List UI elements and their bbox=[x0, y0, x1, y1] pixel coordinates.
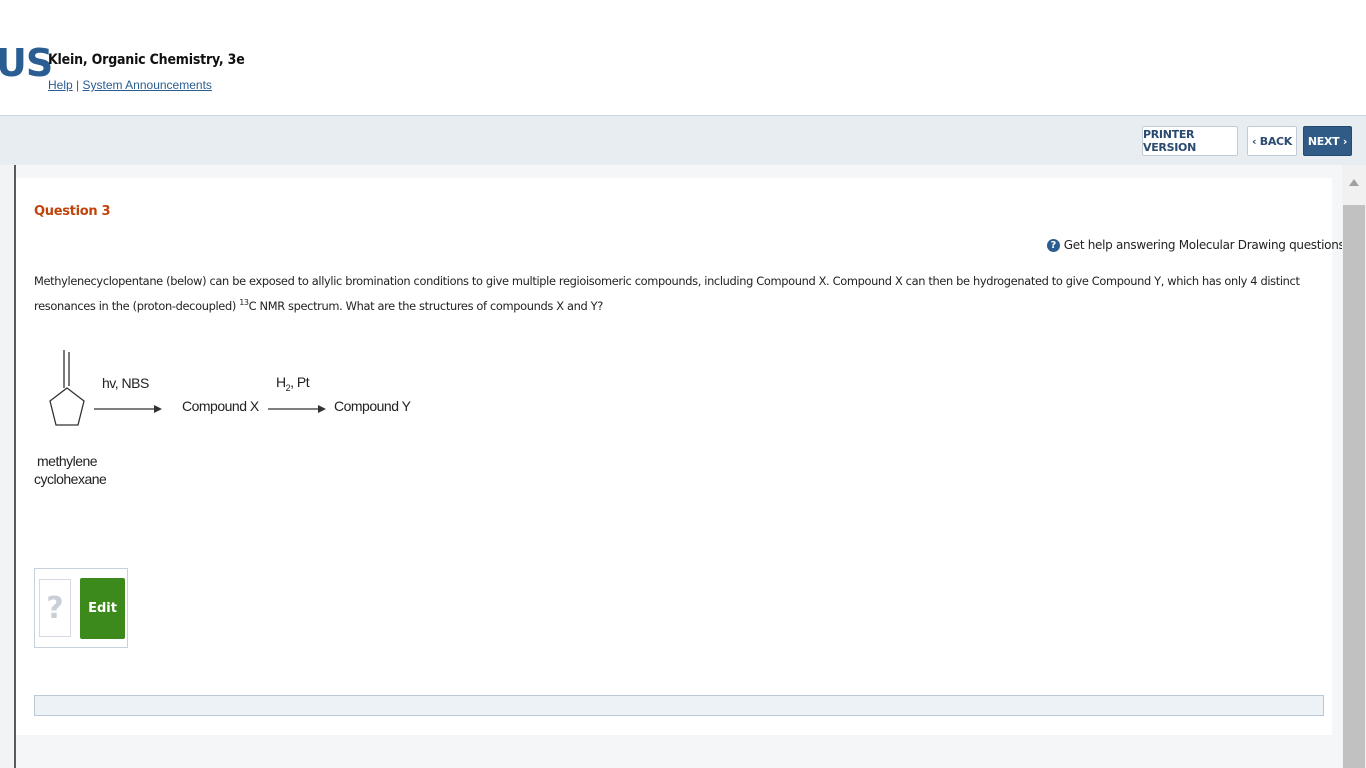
reagent-h: H bbox=[276, 374, 286, 390]
compound-y-label: Compound Y bbox=[334, 398, 411, 414]
starting-material-label-line1: methylene bbox=[37, 453, 98, 469]
reagent-pt: , Pt bbox=[290, 374, 310, 390]
question-title: Question 3 bbox=[34, 204, 111, 219]
reagent-hv-nbs: hv, NBS bbox=[102, 375, 149, 391]
edit-molecule-button[interactable]: Edit bbox=[80, 578, 125, 639]
answer-feedback-bar bbox=[34, 695, 1324, 716]
empty-answer-preview: ? bbox=[39, 579, 71, 637]
compound-x-label: Compound X bbox=[182, 398, 259, 414]
assignment-toolbar: PRINTER VERSION ‹ BACK NEXT › bbox=[0, 115, 1366, 166]
arrowhead-2 bbox=[318, 405, 326, 413]
link-separator: | bbox=[76, 78, 80, 92]
arrowhead-1 bbox=[154, 405, 162, 413]
system-announcements-link[interactable]: System Announcements bbox=[83, 78, 212, 92]
question-text-part2: C NMR spectrum. What are the structures … bbox=[248, 298, 604, 313]
reagent-h2-pt: H2, Pt bbox=[276, 374, 310, 393]
help-link[interactable]: Help bbox=[48, 78, 73, 92]
molecular-drawing-help[interactable]: ? Get help answering Molecular Drawing q… bbox=[1046, 238, 1349, 252]
header-links: Help | System Announcements bbox=[48, 78, 212, 92]
question-text-part1: Methylenecyclopentane (below) can be exp… bbox=[34, 274, 1300, 313]
help-text[interactable]: Get help answering Molecular Drawing que… bbox=[1064, 238, 1349, 252]
left-frame-strip bbox=[0, 165, 16, 768]
next-button[interactable]: NEXT › bbox=[1303, 126, 1352, 156]
starting-material-label-line2: cyclohexane bbox=[34, 471, 107, 487]
cyclopentane-ring bbox=[49, 387, 85, 426]
isotope-superscript: 13 bbox=[239, 298, 249, 307]
back-button[interactable]: ‹ BACK bbox=[1247, 126, 1297, 156]
printer-version-button[interactable]: PRINTER VERSION bbox=[1142, 126, 1238, 156]
vertical-scrollbar[interactable] bbox=[1342, 165, 1366, 768]
scrollbar-thumb[interactable] bbox=[1343, 205, 1365, 768]
reaction-diagram: hv, NBS Compound X H2, Pt Compound Y met… bbox=[30, 345, 450, 505]
molecule-answer-box: ? Edit bbox=[34, 568, 128, 648]
question-text: Methylenecyclopentane (below) can be exp… bbox=[34, 270, 1314, 317]
page-header: US Klein, Organic Chemistry, 3e Help | S… bbox=[0, 0, 1366, 115]
scroll-up-arrow-icon[interactable] bbox=[1349, 179, 1359, 186]
wileyplus-logo: US bbox=[0, 41, 53, 85]
course-title: Klein, Organic Chemistry, 3e bbox=[48, 52, 245, 68]
question-mark-icon[interactable]: ? bbox=[1046, 238, 1060, 252]
